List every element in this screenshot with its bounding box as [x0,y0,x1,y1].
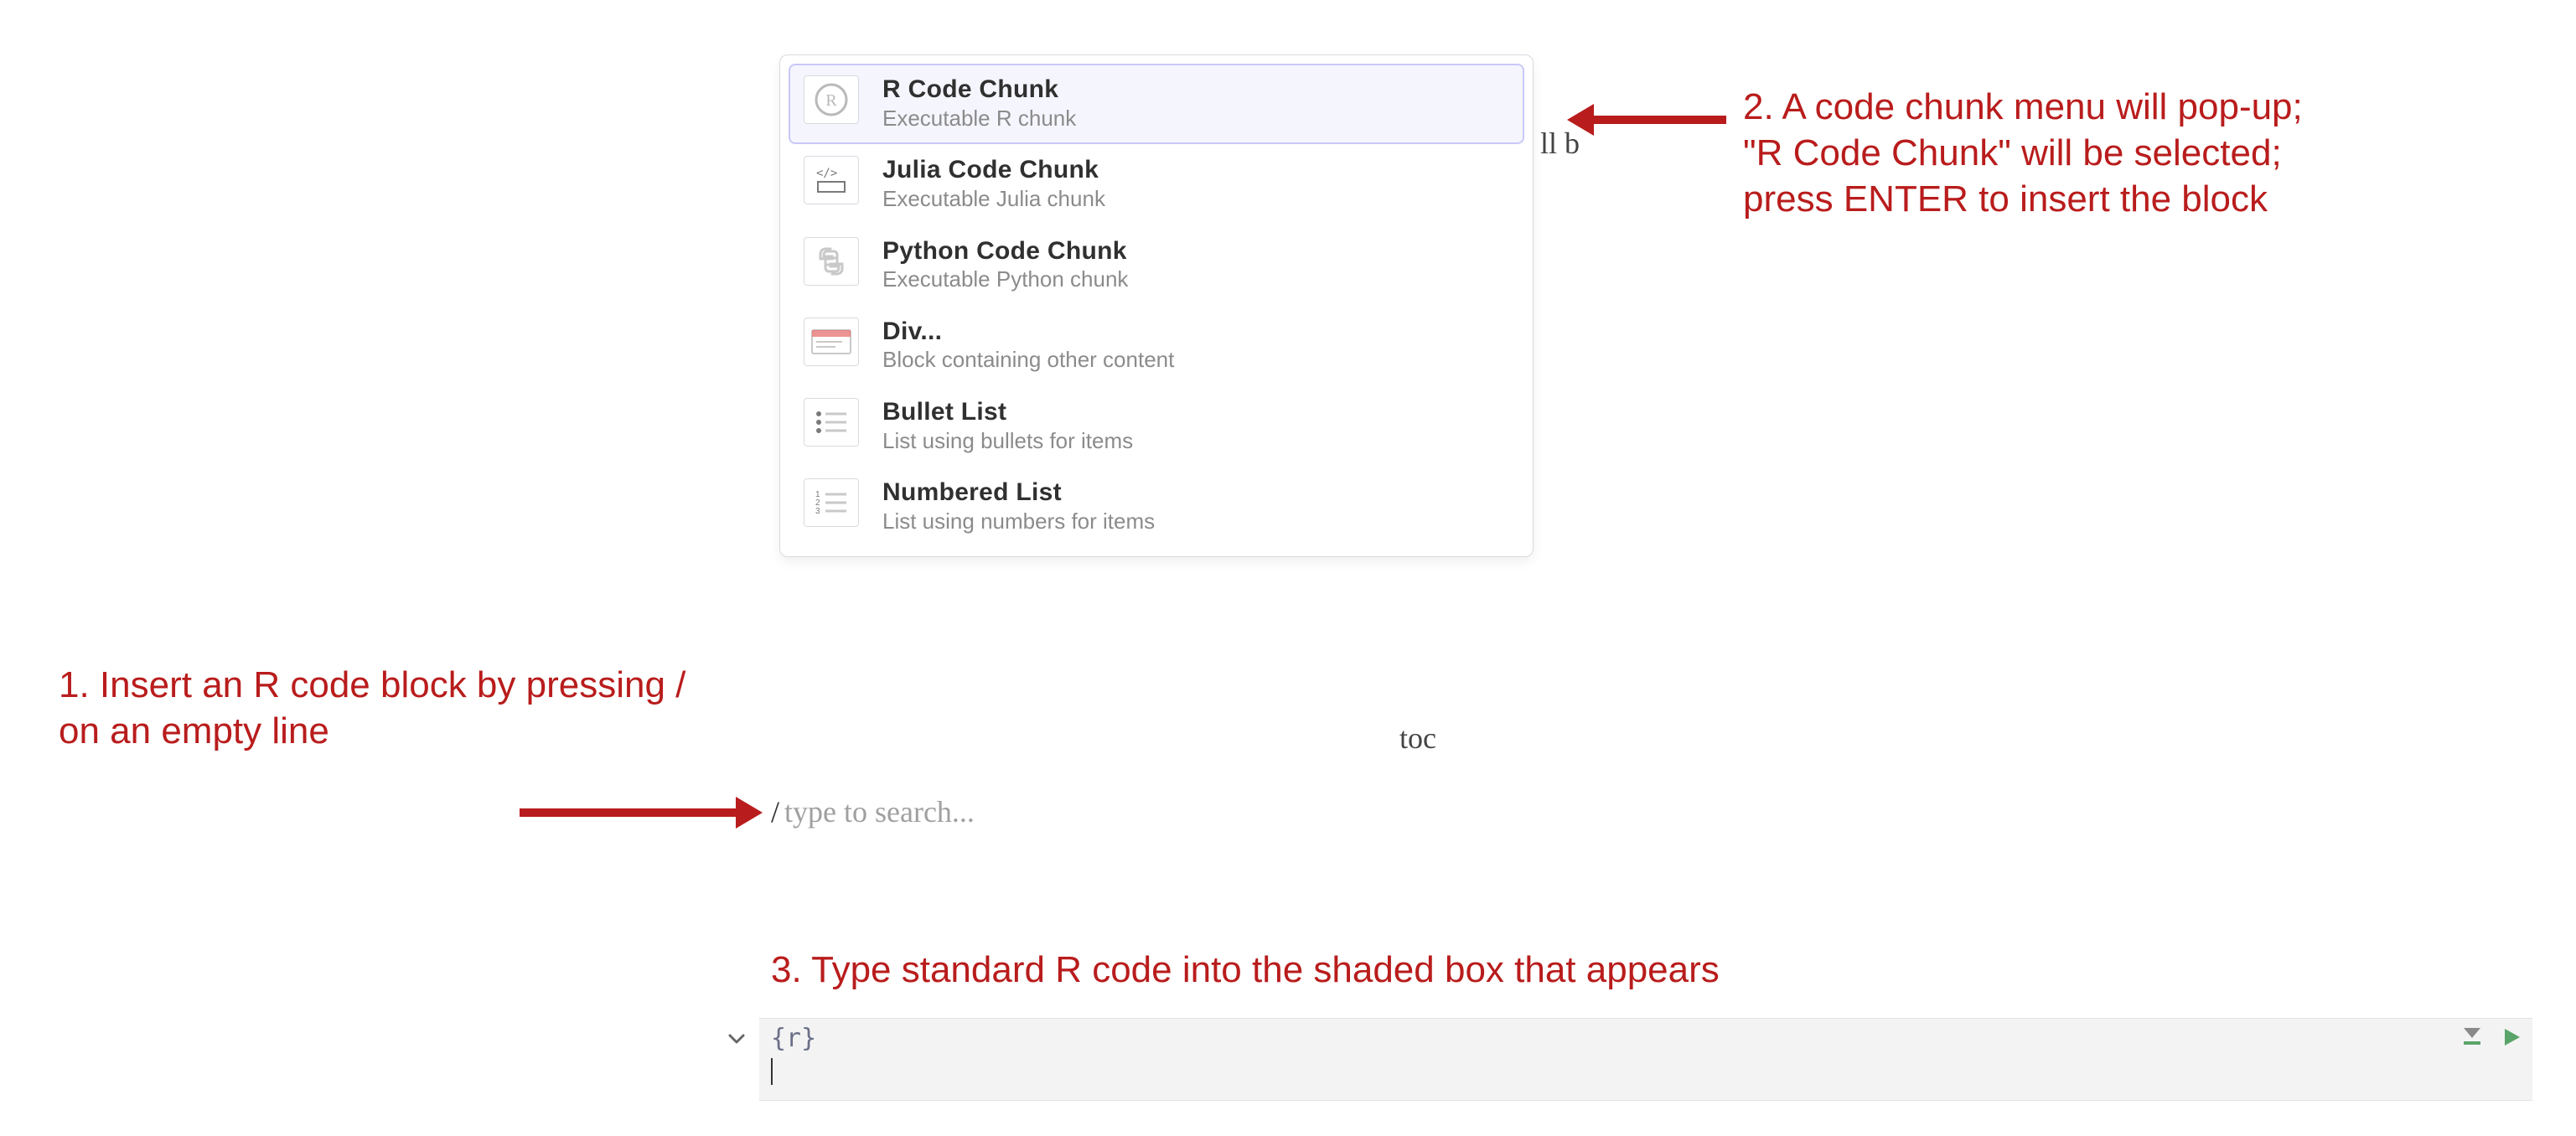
bg-text-fragment: toc [1399,720,1436,756]
div-block-icon [804,318,859,366]
menu-item-bullet-list[interactable]: Bullet List List using bullets for items [789,386,1524,467]
menu-item-subtitle: Executable Julia chunk [882,185,1105,214]
menu-item-subtitle: List using bullets for items [882,427,1133,456]
menu-item-subtitle: Executable Python chunk [882,266,1128,294]
menu-item-subtitle: Block containing other content [882,346,1174,374]
bullet-list-icon [804,398,859,447]
slash-prefix: / [771,794,779,829]
code-chunk-editor[interactable]: {r} [759,1018,2532,1101]
menu-item-title: Python Code Chunk [882,237,1128,266]
annotation-step-1: 1. Insert an R code block by pressing / … [59,662,687,754]
annotation-step-2: 2. A code chunk menu will pop-up; "R Cod… [1743,84,2346,222]
menu-item-subtitle: List using numbers for items [882,508,1155,536]
menu-item-subtitle: Executable R chunk [882,105,1076,133]
menu-item-r-code-chunk[interactable]: R R Code Chunk Executable R chunk [789,64,1524,144]
code-chunk-lang-label: {r} [771,1024,816,1053]
menu-item-title: Julia Code Chunk [882,156,1105,185]
menu-item-title: R Code Chunk [882,75,1076,105]
command-palette: R R Code Chunk Executable R chunk </> Ju… [779,54,1534,557]
run-chunk-icon[interactable] [2502,1024,2522,1058]
collapse-chevron-icon[interactable] [722,1025,751,1053]
python-lang-icon [804,237,859,286]
menu-item-title: Numbered List [882,478,1155,508]
slash-placeholder: type to search... [784,794,975,829]
svg-text:R: R [825,91,837,110]
menu-item-title: Bullet List [882,398,1133,427]
slash-command-input[interactable]: / type to search... [771,794,975,829]
menu-item-julia-code-chunk[interactable]: </> Julia Code Chunk Executable Julia ch… [789,144,1524,225]
arrow-step-2 [1567,99,1726,141]
menu-item-title: Div... [882,318,1174,347]
numbered-list-icon: 1 2 3 [804,478,859,527]
svg-text:</>: </> [816,167,837,180]
text-cursor [771,1058,773,1085]
run-above-icon[interactable] [2460,1024,2484,1058]
menu-item-div[interactable]: Div... Block containing other content [789,306,1524,386]
menu-item-numbered-list[interactable]: 1 2 3 Numbered List List using numbers f… [789,467,1524,547]
julia-lang-icon: </> [804,156,859,204]
arrow-step-1 [520,792,763,834]
r-lang-icon: R [804,75,859,124]
menu-item-python-code-chunk[interactable]: Python Code Chunk Executable Python chun… [789,225,1524,306]
annotation-step-3: 3. Type standard R code into the shaded … [771,947,2112,993]
svg-text:3: 3 [815,507,820,516]
